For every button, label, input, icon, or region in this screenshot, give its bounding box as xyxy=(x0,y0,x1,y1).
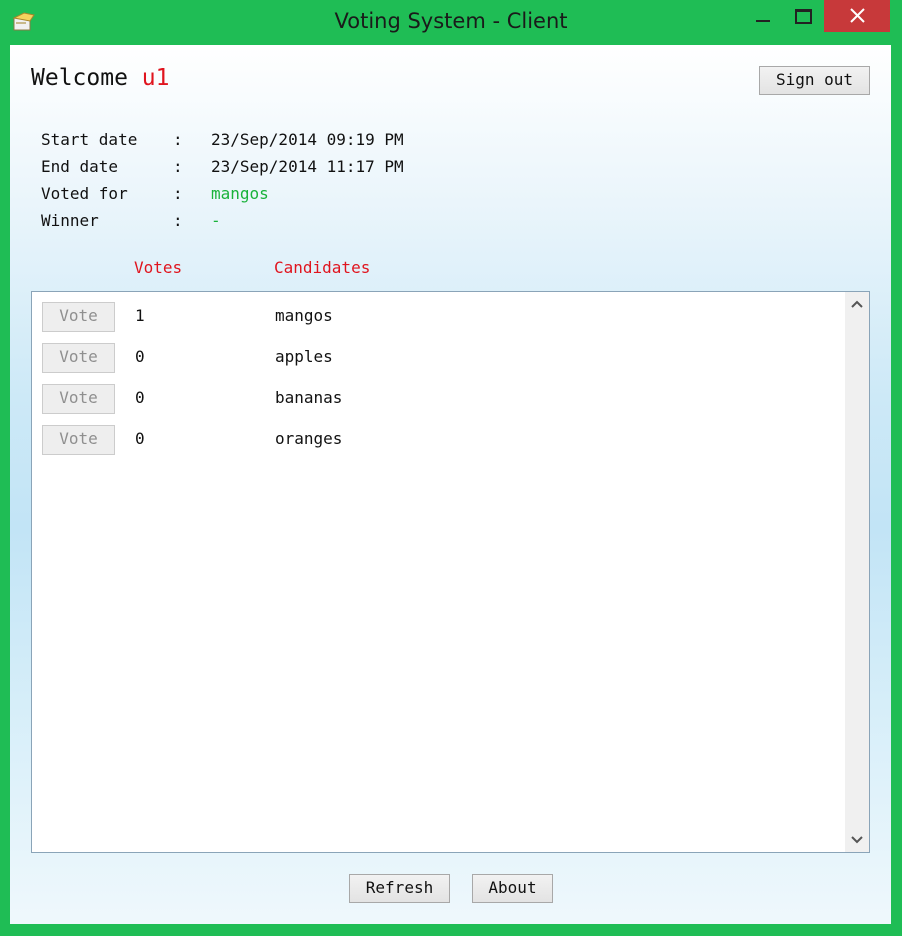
info-separator: : xyxy=(173,211,183,230)
chevron-down-icon xyxy=(851,836,863,844)
about-button[interactable]: About xyxy=(472,874,553,903)
info-separator: : xyxy=(173,157,183,176)
list-item: Vote 1 mangos xyxy=(32,302,842,332)
info-value-end-date: 23/Sep/2014 11:17 PM xyxy=(211,157,404,176)
info-value-start-date: 23/Sep/2014 09:19 PM xyxy=(211,130,404,149)
maximize-button[interactable] xyxy=(785,0,821,32)
vote-count: 0 xyxy=(135,429,145,448)
candidates-list[interactable]: Vote 1 mangos Vote 0 apples Vote 0 banan… xyxy=(31,291,870,853)
list-item: Vote 0 apples xyxy=(32,343,842,373)
sign-out-button[interactable]: Sign out xyxy=(759,66,870,95)
refresh-button[interactable]: Refresh xyxy=(349,874,450,903)
scroll-up-button[interactable] xyxy=(845,292,869,316)
info-separator: : xyxy=(173,184,183,203)
info-label: Winner xyxy=(41,211,99,230)
chevron-up-icon xyxy=(851,300,863,308)
candidate-name: mangos xyxy=(275,306,333,325)
vote-button-mangos[interactable]: Vote xyxy=(42,302,115,332)
close-icon xyxy=(850,8,865,23)
vote-button-apples[interactable]: Vote xyxy=(42,343,115,373)
app-window: Voting System - Client Welcome u1 Sign o… xyxy=(0,0,902,936)
vote-button-bananas[interactable]: Vote xyxy=(42,384,115,414)
votes-column-header: Votes xyxy=(134,258,183,277)
close-button[interactable] xyxy=(824,0,890,32)
vertical-scrollbar[interactable] xyxy=(845,292,869,852)
info-label: End date xyxy=(41,157,119,176)
list-item: Vote 0 bananas xyxy=(32,384,842,414)
scroll-down-button[interactable] xyxy=(845,828,869,852)
info-value-winner: - xyxy=(211,211,221,230)
vote-count: 0 xyxy=(135,388,145,407)
candidate-name: apples xyxy=(275,347,333,366)
candidate-name: oranges xyxy=(275,429,343,448)
info-separator: : xyxy=(173,130,183,149)
username: u1 xyxy=(141,65,170,91)
candidates-column-header: Candidates xyxy=(274,258,371,277)
info-label: Start date xyxy=(41,130,138,149)
vote-button-oranges[interactable]: Vote xyxy=(42,425,115,455)
minimize-button[interactable] xyxy=(745,0,781,32)
client-area: Welcome u1 Sign out Start date : 23/Sep/… xyxy=(10,45,891,924)
list-item: Vote 0 oranges xyxy=(32,425,842,455)
candidate-name: bananas xyxy=(275,388,343,407)
vote-count: 0 xyxy=(135,347,145,366)
vote-count: 1 xyxy=(135,306,145,325)
info-value-voted-for: mangos xyxy=(211,184,269,203)
welcome-label: Welcome xyxy=(31,65,128,91)
info-label: Voted for xyxy=(41,184,128,203)
welcome-message: Welcome u1 xyxy=(31,65,170,91)
title-bar[interactable]: Voting System - Client xyxy=(0,0,902,45)
